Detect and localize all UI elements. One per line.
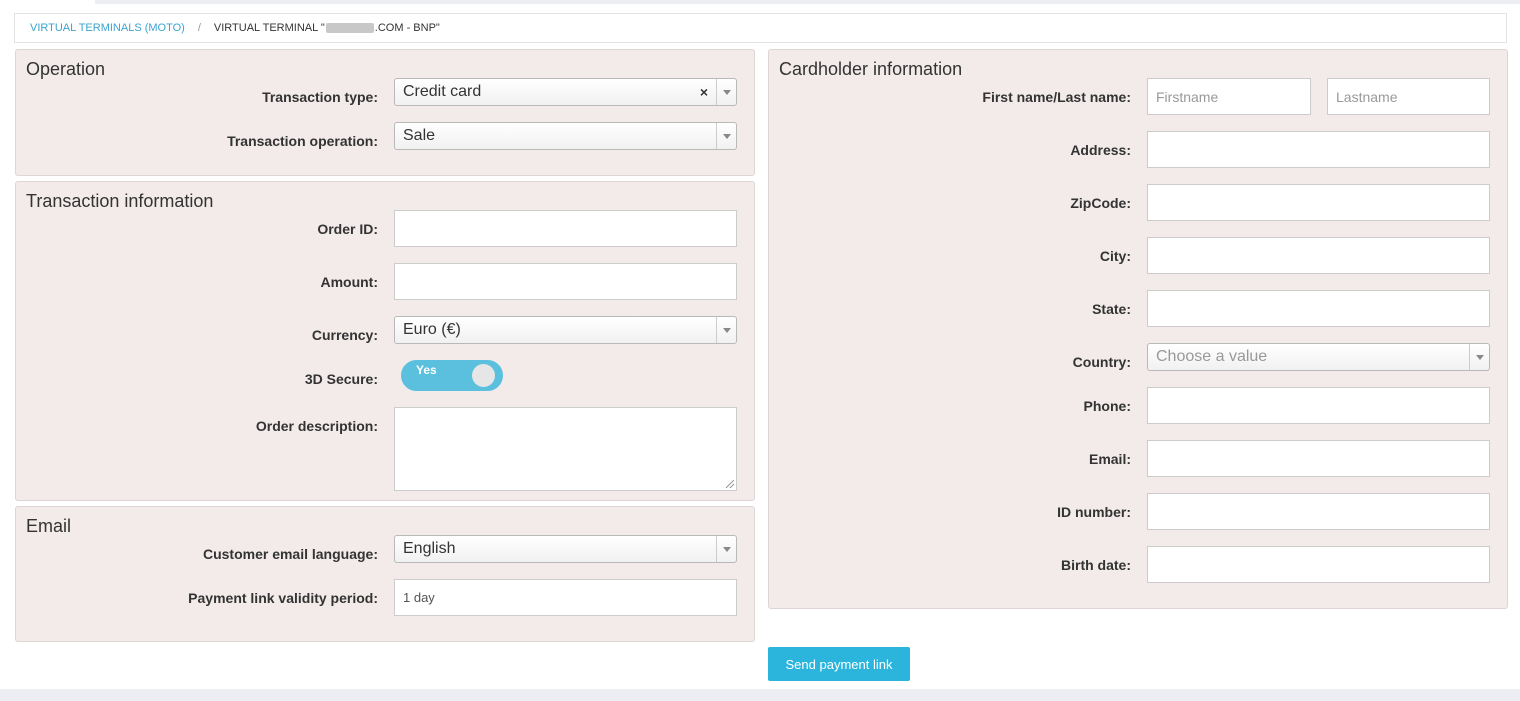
validity-period-input[interactable]: 1 day bbox=[394, 579, 737, 616]
transaction-panel: Transaction information Order ID: Amount… bbox=[15, 181, 755, 501]
state-input[interactable] bbox=[1147, 290, 1490, 327]
transaction-type-value: Credit card bbox=[403, 83, 482, 100]
email-input[interactable] bbox=[1147, 440, 1490, 477]
transaction-operation-value: Sale bbox=[403, 127, 436, 144]
id-number-input[interactable] bbox=[1147, 493, 1490, 530]
breadcrumb-current: VIRTUAL TERMINAL " .COM - BNP" bbox=[214, 22, 440, 34]
country-placeholder: Choose a value bbox=[1156, 348, 1268, 365]
transaction-type-label: Transaction type: bbox=[262, 89, 378, 105]
currency-select[interactable]: Euro (€) bbox=[394, 316, 737, 344]
chevron-down-icon[interactable] bbox=[716, 317, 736, 343]
currency-label: Currency: bbox=[311, 327, 378, 343]
top-strip bbox=[95, 0, 1520, 4]
email-language-value: English bbox=[403, 540, 456, 557]
3d-secure-label: 3D Secure: bbox=[304, 371, 378, 387]
lastname-input[interactable]: Lastname bbox=[1327, 78, 1490, 115]
toggle-knob bbox=[472, 364, 495, 387]
phone-label: Phone: bbox=[1083, 398, 1131, 414]
email-label: Email: bbox=[1088, 451, 1131, 467]
zipcode-input[interactable] bbox=[1147, 184, 1490, 221]
zipcode-label: ZipCode: bbox=[1070, 195, 1131, 211]
redacted-block bbox=[325, 23, 374, 33]
cardholder-title: Cardholder information bbox=[779, 59, 963, 79]
order-description-label: Order description: bbox=[255, 418, 378, 434]
amount-input[interactable] bbox=[394, 263, 737, 300]
country-label: Country: bbox=[1072, 354, 1131, 370]
phone-input[interactable] bbox=[1147, 387, 1490, 424]
breadcrumb: VIRTUAL TERMINALS (MOTO) / VIRTUAL TERMI… bbox=[14, 13, 1507, 43]
transaction-type-select[interactable]: Credit card × bbox=[394, 78, 737, 106]
email-title: Email bbox=[26, 516, 72, 536]
order-id-input[interactable] bbox=[394, 210, 737, 247]
city-input[interactable] bbox=[1147, 237, 1490, 274]
operation-panel: Operation Transaction type: Credit card … bbox=[15, 49, 755, 176]
name-label: First name/Last name: bbox=[982, 89, 1131, 105]
order-description-textarea[interactable] bbox=[394, 407, 737, 491]
chevron-down-icon[interactable] bbox=[716, 123, 736, 149]
breadcrumb-link-virtual-terminals[interactable]: VIRTUAL TERMINALS (MOTO) bbox=[30, 22, 185, 34]
email-language-label: Customer email language: bbox=[202, 546, 378, 562]
transaction-title: Transaction information bbox=[26, 191, 214, 211]
breadcrumb-current-suffix: .COM - BNP" bbox=[374, 22, 440, 34]
order-id-label: Order ID: bbox=[317, 221, 378, 237]
birth-date-input[interactable] bbox=[1147, 546, 1490, 583]
operation-title: Operation bbox=[26, 59, 106, 79]
chevron-down-icon[interactable] bbox=[716, 536, 736, 562]
address-input[interactable] bbox=[1147, 131, 1490, 168]
resize-grip-icon[interactable] bbox=[726, 480, 734, 488]
chevron-down-icon[interactable] bbox=[1469, 344, 1489, 370]
currency-value: Euro (€) bbox=[403, 321, 461, 338]
email-language-select[interactable]: English bbox=[394, 535, 737, 563]
toggle-state-label: Yes bbox=[416, 363, 437, 377]
amount-label: Amount: bbox=[320, 274, 378, 290]
send-payment-link-button[interactable]: Send payment link bbox=[768, 647, 910, 681]
firstname-input[interactable]: Firstname bbox=[1147, 78, 1311, 115]
birth-date-label: Birth date: bbox=[1061, 557, 1131, 573]
email-panel: Email Customer email language: English P… bbox=[15, 506, 755, 642]
transaction-operation-select[interactable]: Sale bbox=[394, 122, 737, 150]
address-label: Address: bbox=[1070, 142, 1131, 158]
breadcrumb-separator: / bbox=[197, 22, 201, 34]
clear-icon[interactable]: × bbox=[700, 84, 708, 100]
breadcrumb-current-prefix: VIRTUAL TERMINAL " bbox=[213, 22, 325, 34]
cardholder-panel: Cardholder information First name/Last n… bbox=[768, 49, 1508, 609]
city-label: City: bbox=[1099, 248, 1131, 264]
country-select[interactable]: Choose a value bbox=[1147, 343, 1490, 371]
state-label: State: bbox=[1092, 301, 1131, 317]
firstname-placeholder: Firstname bbox=[1156, 88, 1219, 105]
transaction-operation-label: Transaction operation: bbox=[227, 133, 378, 149]
id-number-label: ID number: bbox=[1057, 504, 1131, 520]
validity-period-label: Payment link validity period: bbox=[188, 590, 378, 606]
lastname-placeholder: Lastname bbox=[1336, 88, 1398, 105]
chevron-down-icon[interactable] bbox=[716, 79, 736, 105]
3d-secure-toggle[interactable]: Yes bbox=[401, 360, 503, 391]
bottom-strip bbox=[0, 689, 1520, 701]
